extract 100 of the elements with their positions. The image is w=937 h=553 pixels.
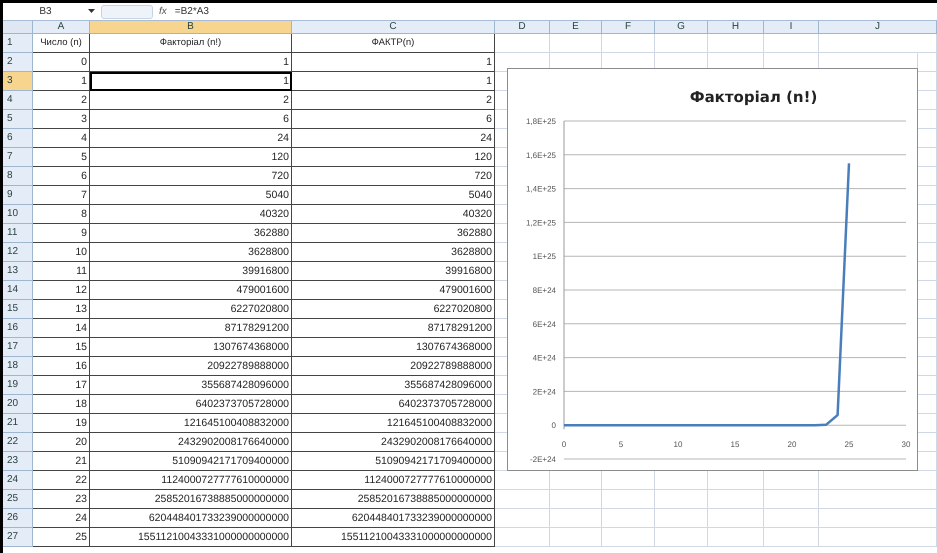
table-cell: 51090942171709400000 — [292, 452, 495, 471]
column-header[interactable]: A — [33, 21, 90, 34]
table-cell: 121645100408832000 — [292, 414, 495, 433]
x-axis-label: 0 — [562, 440, 566, 450]
column-header[interactable]: G — [655, 21, 708, 34]
row-header[interactable]: 27 — [3, 528, 33, 547]
row-header[interactable]: 20 — [3, 395, 33, 414]
table-cell: Факторіал (n!) — [90, 34, 292, 53]
table-cell: 1124000727777610000000 — [292, 471, 495, 490]
table-cell: 20922789888000 — [90, 357, 292, 376]
y-axis-label: 2E+24 — [532, 387, 556, 396]
table-cell: 479001600 — [292, 281, 495, 300]
table-cell: 25852016738885000000000 — [90, 490, 292, 509]
column-header[interactable]: F — [602, 21, 655, 34]
table-cell: 6227020800 — [292, 300, 495, 319]
table-cell: 6 — [33, 167, 90, 186]
row-header[interactable]: 25 — [3, 490, 33, 509]
table-cell: 22 — [33, 471, 90, 490]
table-cell: 16 — [33, 357, 90, 376]
table-cell: 6402373705728000 — [292, 395, 495, 414]
table-cell: 2 — [90, 91, 292, 110]
row-header[interactable]: 9 — [3, 186, 33, 205]
formula-field[interactable]: =B2*A3 — [174, 6, 937, 17]
row-header[interactable]: 2 — [3, 53, 33, 72]
row-header[interactable]: 5 — [3, 110, 33, 129]
table-cell: 12 — [33, 281, 90, 300]
row-header[interactable]: 7 — [3, 148, 33, 167]
row-header[interactable]: 21 — [3, 414, 33, 433]
table-cell: 14 — [33, 319, 90, 338]
row-header[interactable]: 19 — [3, 376, 33, 395]
x-axis-label: 20 — [788, 440, 796, 450]
row-header[interactable]: 26 — [3, 509, 33, 528]
column-header[interactable]: J — [819, 21, 937, 34]
y-axis-label: 6E+24 — [532, 320, 556, 329]
y-axis-label: 1,4E+25 — [526, 184, 556, 194]
table-cell: 1307674368000 — [90, 338, 292, 357]
row-header[interactable]: 10 — [3, 205, 33, 224]
table-cell: 1 — [90, 53, 292, 72]
table-cell: 39916800 — [90, 262, 292, 281]
row-header[interactable]: 17 — [3, 338, 33, 357]
row-header[interactable]: 8 — [3, 167, 33, 186]
table-cell: 362880 — [292, 224, 495, 243]
column-header[interactable]: E — [550, 21, 602, 34]
row-header[interactable]: 14 — [3, 281, 33, 300]
table-cell: 120 — [90, 148, 292, 167]
chart-title: Факторіал (n!) — [690, 88, 818, 106]
row-header[interactable]: 16 — [3, 319, 33, 338]
table-cell: 21 — [33, 452, 90, 471]
row-header[interactable]: 12 — [3, 243, 33, 262]
table-cell: 20922789888000 — [292, 357, 495, 376]
column-header[interactable]: D — [495, 21, 550, 34]
table-cell: 87178291200 — [90, 319, 292, 338]
table-cell: 25 — [33, 528, 90, 547]
table-cell: 720 — [90, 167, 292, 186]
column-header[interactable]: C — [292, 21, 495, 34]
y-axis-label: 1E+25 — [532, 252, 556, 262]
row-header[interactable]: 1 — [3, 34, 33, 53]
column-header[interactable]: B — [90, 21, 292, 34]
table-cell: 39916800 — [292, 262, 495, 281]
table-cell: 51090942171709400000 — [90, 452, 292, 471]
y-axis-label: 1,6E+25 — [526, 150, 556, 160]
table-cell: 620448401733239000000000 — [292, 509, 495, 528]
table-cell: 18 — [33, 395, 90, 414]
table-cell: 355687428096000 — [292, 376, 495, 395]
y-axis-label: 0 — [552, 421, 556, 430]
table-cell: 2432902008176640000 — [292, 433, 495, 452]
y-axis-label: 4E+24 — [532, 354, 556, 363]
column-header[interactable]: H — [708, 21, 764, 34]
row-header[interactable]: 22 — [3, 433, 33, 452]
table-cell: 121645100408832000 — [90, 414, 292, 433]
row-header[interactable]: 4 — [3, 91, 33, 110]
table-cell: 15511210043331000000000000 — [292, 528, 495, 547]
x-axis-label: 30 — [902, 440, 910, 450]
table-cell: 25852016738885000000000 — [292, 490, 495, 509]
table-cell: 1307674368000 — [292, 338, 495, 357]
column-header[interactable]: I — [764, 21, 819, 34]
x-axis-label: 15 — [730, 440, 740, 450]
table-cell: 720 — [292, 167, 495, 186]
table-cell: 5 — [33, 148, 90, 167]
table-cell: 11 — [33, 262, 90, 281]
table-cell: 120 — [292, 148, 495, 167]
row-header[interactable]: 3 — [3, 72, 33, 91]
row-header[interactable]: 23 — [3, 452, 33, 471]
row-header[interactable]: 13 — [3, 262, 33, 281]
table-cell: 17 — [33, 376, 90, 395]
table-cell: 6 — [292, 110, 495, 129]
row-header[interactable]: 15 — [3, 300, 33, 319]
name-box[interactable]: B3 — [3, 6, 88, 17]
table-cell: 6 — [90, 110, 292, 129]
table-cell: 8 — [33, 205, 90, 224]
table-cell: 23 — [33, 490, 90, 509]
row-header[interactable]: 6 — [3, 129, 33, 148]
row-header[interactable]: 24 — [3, 471, 33, 490]
row-header[interactable]: 11 — [3, 224, 33, 243]
table-cell: 40320 — [292, 205, 495, 224]
row-header[interactable]: 18 — [3, 357, 33, 376]
table-cell: ФАКТР(n) — [292, 34, 495, 53]
insert-function-button[interactable]: fx — [159, 6, 167, 17]
table-cell: 5040 — [90, 186, 292, 205]
table-cell: 24 — [90, 129, 292, 148]
